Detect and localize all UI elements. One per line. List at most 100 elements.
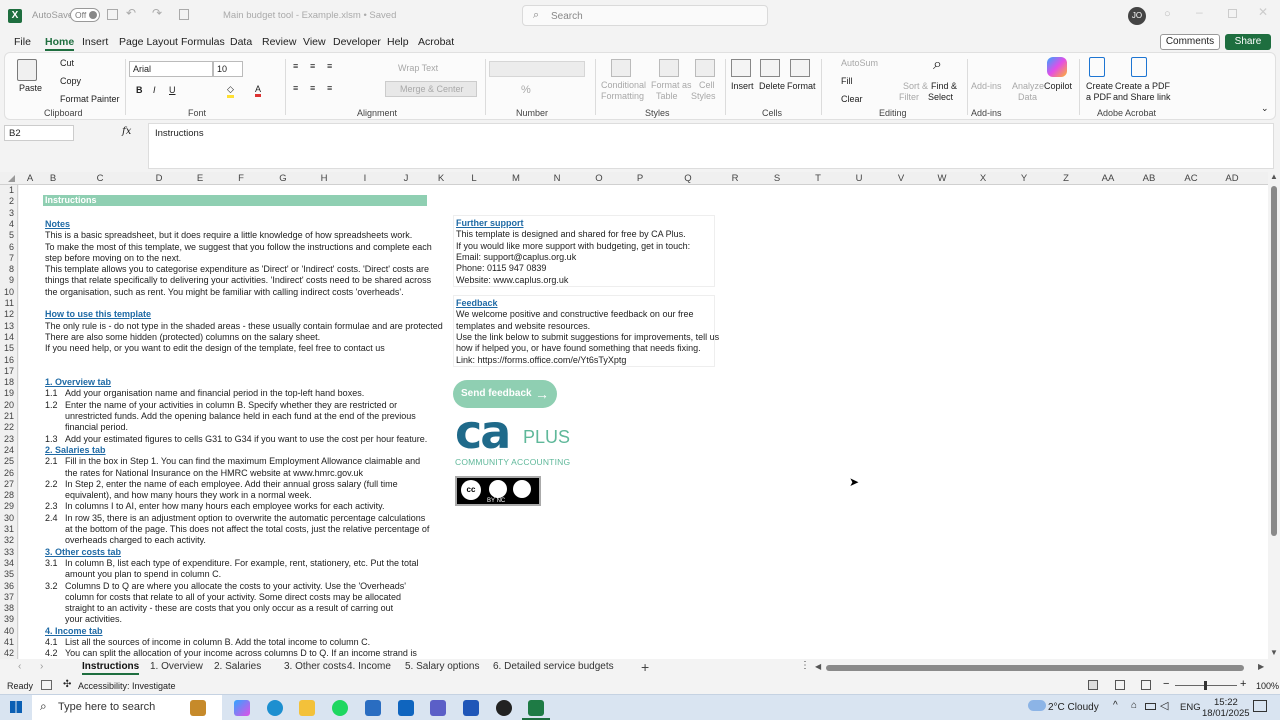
column-header[interactable]: AC <box>1176 172 1206 185</box>
minimize-icon[interactable]: – <box>1196 5 1203 19</box>
clock-time[interactable]: 15:22 <box>1214 697 1238 708</box>
row-header[interactable]: 6 <box>0 242 18 253</box>
row-header[interactable]: 31 <box>0 524 18 535</box>
zoom-level[interactable]: 100% <box>1256 681 1279 691</box>
underline-icon[interactable]: U <box>169 85 176 95</box>
sheet-tab[interactable]: 4. Income <box>347 661 391 672</box>
row-header[interactable]: 17 <box>0 366 18 377</box>
maximize-icon[interactable] <box>1228 9 1237 18</box>
column-header[interactable]: K <box>426 172 456 185</box>
add-sheet-icon[interactable]: + <box>641 659 649 675</box>
redo-icon[interactable]: ↷ <box>152 6 162 20</box>
format-as-table-button-line2[interactable]: Table <box>656 91 678 101</box>
conditional-formatting-icon[interactable] <box>611 59 631 77</box>
create-pdf-button-line2[interactable]: a PDF <box>1086 92 1112 102</box>
tab-developer[interactable]: Developer <box>333 36 381 48</box>
column-header[interactable]: G <box>268 172 298 185</box>
delete-cells-icon[interactable] <box>760 59 780 77</box>
create-share-pdf-button-line2[interactable]: and Share link <box>1113 92 1171 102</box>
task-view-icon[interactable] <box>190 700 206 716</box>
sheet-tab[interactable]: 6. Detailed service budgets <box>493 661 614 672</box>
column-header[interactable]: J <box>391 172 421 185</box>
ribbon-collapse-icon[interactable]: ⌄ <box>1261 103 1269 114</box>
row-header[interactable]: 10 <box>0 287 18 298</box>
row-header[interactable]: 15 <box>0 343 18 354</box>
row-header[interactable]: 35 <box>0 569 18 580</box>
column-header[interactable]: L <box>459 172 489 185</box>
fx-icon[interactable]: fx <box>122 126 131 137</box>
notifications-icon[interactable] <box>1253 700 1267 712</box>
column-header[interactable]: X <box>968 172 998 185</box>
row-header[interactable]: 41 <box>0 637 18 648</box>
weather-text[interactable]: 2°C Cloudy <box>1048 702 1099 713</box>
tab-acrobat[interactable]: Acrobat <box>418 36 454 48</box>
row-header[interactable]: 22 <box>0 422 18 433</box>
hscroll-right-icon[interactable]: ▶ <box>1258 662 1264 671</box>
align-right-icon[interactable]: ≡ <box>327 83 332 93</box>
language-indicator[interactable]: ENG <box>1180 702 1201 713</box>
row-header[interactable]: 1 <box>0 185 18 196</box>
network-icon[interactable]: ⌂ <box>1131 700 1137 711</box>
tab-help[interactable]: Help <box>387 36 409 48</box>
excel-taskbar-icon[interactable] <box>528 700 544 716</box>
send-feedback-button[interactable]: Send feedback → <box>453 380 557 408</box>
column-header[interactable]: P <box>625 172 655 185</box>
box-heading[interactable]: Further support <box>456 218 524 229</box>
column-header[interactable]: W <box>927 172 957 185</box>
column-header[interactable]: E <box>185 172 215 185</box>
store-icon[interactable] <box>365 700 381 716</box>
row-header[interactable]: 34 <box>0 558 18 569</box>
accessibility-status[interactable]: Accessibility: Investigate <box>78 681 176 691</box>
column-header[interactable]: AD <box>1217 172 1247 185</box>
sort-filter-button[interactable]: Sort & <box>903 81 928 91</box>
bold-icon[interactable]: B <box>136 85 143 95</box>
share-button[interactable]: Share <box>1225 34 1271 50</box>
tab-formulas[interactable]: Formulas <box>181 36 225 48</box>
format-as-table-button[interactable]: Format as <box>651 80 692 90</box>
row-header[interactable]: 4 <box>0 219 18 230</box>
create-share-pdf-button[interactable]: Create a PDF <box>1115 81 1170 91</box>
font-color-icon[interactable]: A <box>255 84 262 97</box>
column-header[interactable]: T <box>803 172 833 185</box>
horizontal-scrollbar-thumb[interactable] <box>826 665 1244 671</box>
copilot-taskbar-icon[interactable] <box>234 700 250 716</box>
clock-date[interactable]: 18/01/2025 <box>1202 708 1250 719</box>
italic-icon[interactable]: I <box>153 85 156 95</box>
tab-file[interactable]: File <box>14 36 31 48</box>
battery-icon[interactable] <box>1145 703 1156 710</box>
format-as-table-icon[interactable] <box>659 59 679 77</box>
autosave-toggle[interactable]: Off <box>70 8 100 22</box>
find-select-button-line2[interactable]: Select <box>928 92 953 102</box>
tab-page-layout[interactable]: Page Layout <box>119 36 178 48</box>
lightbulb-icon[interactable]: ○ <box>1164 8 1171 20</box>
row-header[interactable]: 25 <box>0 456 18 467</box>
spotify-icon[interactable] <box>332 700 348 716</box>
page-layout-view-icon[interactable] <box>1115 680 1125 690</box>
row-header[interactable]: 36 <box>0 581 18 592</box>
row-header[interactable]: 20 <box>0 400 18 411</box>
teams-icon[interactable] <box>430 700 446 716</box>
row-header[interactable]: 2 <box>0 196 18 207</box>
row-header[interactable]: 27 <box>0 479 18 490</box>
box-heading[interactable]: Feedback <box>456 298 498 309</box>
wrap-text-button[interactable]: Wrap Text <box>398 63 438 73</box>
analyze-data-button-line2[interactable]: Data <box>1018 92 1037 102</box>
conditional-formatting-button[interactable]: Conditional <box>601 80 646 90</box>
more-options-icon[interactable]: ⋮ <box>800 660 810 671</box>
analyze-data-button[interactable]: Analyze <box>1012 81 1044 91</box>
column-header[interactable]: U <box>844 172 874 185</box>
zoom-out-icon[interactable]: − <box>1163 678 1169 690</box>
fill-color-icon[interactable]: ◇ <box>227 84 234 98</box>
row-header[interactable]: 18 <box>0 377 18 388</box>
insert-cells-button[interactable]: Insert <box>731 81 754 91</box>
print-preview-icon[interactable] <box>179 9 189 20</box>
column-header[interactable]: B <box>38 172 68 185</box>
row-header[interactable]: 30 <box>0 513 18 524</box>
row-header[interactable]: 9 <box>0 275 18 286</box>
row-header[interactable]: 28 <box>0 490 18 501</box>
vertical-scrollbar[interactable]: ▲ ▼ <box>1268 172 1280 659</box>
file-explorer-icon[interactable] <box>299 700 315 716</box>
row-header[interactable]: 29 <box>0 501 18 512</box>
search-icon[interactable]: ⌕ <box>933 56 942 74</box>
fill-button[interactable]: Fill <box>841 76 853 86</box>
